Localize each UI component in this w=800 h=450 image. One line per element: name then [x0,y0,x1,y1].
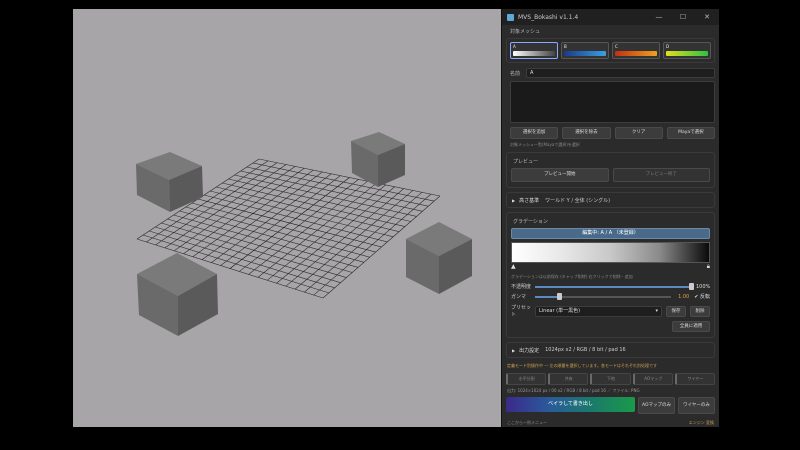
target-mesh-label: 対象メッシュ [510,29,541,35]
gradient-swatch-b[interactable]: B [561,42,609,59]
window-title: MVS_Bokashi v1.1.4 [518,13,579,21]
expand-arrow-icon: ▶ [512,197,516,203]
bake-export-button[interactable]: ベイラして書き出し [506,397,635,412]
expand-arrow-icon: ▶ [512,347,516,353]
status-footer: ここから一例メニュー エンジン 変換 [502,418,719,427]
3d-viewport[interactable] [73,9,501,427]
select-in-maya-button[interactable]: Mayaで選択 [666,127,715,139]
opacity-row: 不透明度 100% [511,282,711,290]
save-preset-button[interactable]: 保存 [666,305,686,317]
mode-3[interactable]: AOマップ [632,373,673,385]
gamma-slider-handle[interactable] [557,292,563,300]
mode-2[interactable]: 下地 [590,373,631,385]
bake-button-row: ベイラして書き出し AOマップのみ ワイヤーのみ [506,397,715,414]
ao-only-button[interactable]: AOマップのみ [638,397,675,414]
preview-label: プレビュー [513,159,539,165]
tool-panel: MVS_Bokashi v1.1.4 — ☐ ✕ 対象メッシュ A B C D [501,9,719,427]
maximize-icon[interactable]: ☐ [671,13,695,21]
stop-left-marker-icon[interactable]: ▲ [511,263,516,270]
preset-value: Linear (単一黒色) [539,307,581,314]
swatch-box: A B C D [506,38,715,63]
mode-0[interactable]: 水平分割 [506,373,547,385]
height-basis-section[interactable]: ▶ 高さ基準 ワールド Y / 全体 (シングル) [506,192,715,208]
gradient-bar[interactable] [511,242,710,263]
minimize-icon[interactable]: — [647,13,671,21]
gradation-edit-header: 編集中: A / A （未登録） [511,228,710,239]
preset-row: プリセット Linear (単一黒色) ▾ 保存 削除 [511,304,710,318]
gradient-swatch-a[interactable]: A [510,42,558,59]
preset-select[interactable]: Linear (単一黒色) ▾ [535,305,662,317]
gradation-frame: グラデーション 編集中: A / A （未登録） ▲ 🔒︎ グラデーションは以前… [506,212,715,338]
app-icon [507,13,514,21]
gradient-swatch-c[interactable]: C [612,42,660,59]
invert-checkbox[interactable]: ✔ 反転 [694,293,710,300]
output-info: 出力: 1024×1024 px / 00 x2 / RGB / 8 bit /… [507,388,640,393]
output-settings-label: 出力設定 [519,347,540,354]
gamma-row: ガンマ 1.00 ✔ 反転 [511,292,710,300]
bake-status: 定義モード別操作中 — 左の順番を選択しています。各モードはそれぞれ別処理です [507,363,658,368]
height-basis-label: 高さ基準 [519,197,540,204]
grid-line-u [258,158,441,197]
opacity-value: 100% [696,283,711,290]
opacity-slider-handle[interactable] [689,282,694,290]
apply-all-button[interactable]: 全員に適用 [672,321,710,332]
footer-left: ここから一例メニュー [507,419,547,425]
delete-preset-button[interactable]: 削除 [690,305,710,317]
height-basis-value: ワールド Y / 全体 (シングル) [545,197,611,204]
clear-button[interactable]: クリア [614,127,663,139]
close-icon[interactable]: ✕ [695,13,719,21]
target-mesh-hint: 対象メッシュ一覧(Mayaで選択)を選択 [510,142,580,147]
name-input[interactable]: A [526,68,715,78]
mode-4[interactable]: ワイヤー [674,373,716,385]
opacity-label: 不透明度 [511,284,532,290]
bake-mode-row: 水平分割 共有 下地 AOマップ ワイヤー [506,373,716,385]
mode-1[interactable]: 共有 [548,373,589,385]
footer-right[interactable]: エンジン 変換 [689,420,714,426]
gradient-stops: ▲ 🔒︎ [511,263,710,271]
gradation-hint: グラデーションは以前保存 (キャップ削除) 右クリックで削除・追加 [511,274,633,279]
preview-end-button[interactable]: プレビュー終了 [612,168,710,182]
name-row: 名前 A [510,68,715,78]
preset-label: プリセット [511,305,532,318]
swatch-label: D [666,44,670,49]
swatch-label: C [615,44,618,49]
scene-canvas [136,132,472,336]
stop-lock-icon[interactable]: 🔒︎ [707,263,710,271]
grid-line-u [252,162,435,202]
wire-only-button[interactable]: ワイヤーのみ [678,397,715,414]
cube-front-left [137,253,218,336]
cube-right [406,222,472,294]
add-selection-button[interactable]: 選択を追加 [510,127,559,139]
output-settings-value: 1024px x2 / RGB / 8 bit / pad 16 [545,347,626,353]
preview-start-button[interactable]: プレビュー開始 [511,168,609,182]
swatch-label: A [513,44,516,49]
opacity-slider[interactable] [535,282,694,290]
invert-label: 反転 [699,294,710,300]
swatch-label: B [564,44,567,49]
gamma-value: 1.00 [678,293,690,300]
preview-frame: プレビュー プレビュー開始 プレビュー終了 [506,152,715,188]
gamma-label: ガンマ [511,294,527,300]
cube-back-right [351,132,405,187]
remove-selection-button[interactable]: 選択を除去 [562,127,611,139]
chevron-down-icon: ▾ [655,307,658,314]
gradient-swatch-d[interactable]: D [663,42,711,59]
gamma-slider[interactable] [535,292,672,300]
output-settings-section[interactable]: ▶ 出力設定 1024px x2 / RGB / 8 bit / pad 16 [506,342,715,358]
gradation-label: グラデーション [513,219,548,225]
title-bar: MVS_Bokashi v1.1.4 — ☐ ✕ [502,9,719,25]
name-label: 名前 [510,70,521,77]
mesh-list[interactable] [510,81,715,123]
